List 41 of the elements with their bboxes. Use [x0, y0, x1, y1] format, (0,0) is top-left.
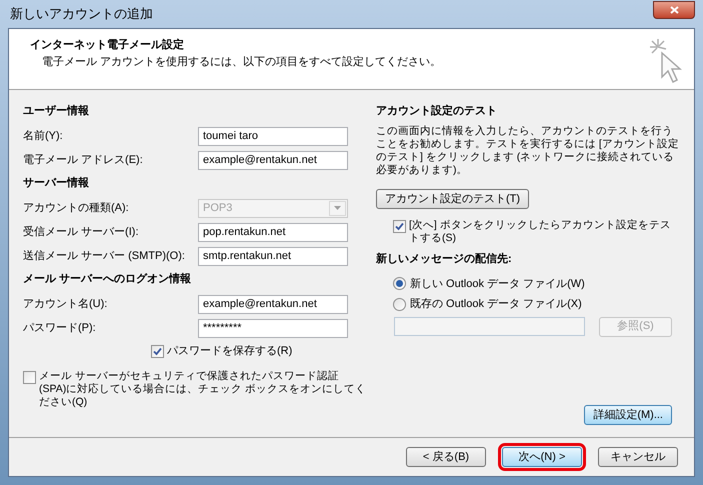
file-path-field[interactable] — [394, 317, 585, 336]
footer-button[interactable]: < 戻る(B) — [406, 447, 486, 467]
header-subtitle: 電子メール アカウントを使用するには、以下の項目をすべて設定してください。 — [41, 54, 442, 70]
close-icon — [670, 6, 678, 14]
window-title: 新しいアカウントの追加 — [9, 5, 153, 24]
field-label: 名前(Y): — [23, 128, 64, 144]
section-heading: ユーザー情報 — [23, 104, 90, 119]
radio-label[interactable]: 既存の Outlook データ ファイル(X) — [410, 296, 582, 312]
field-label: アカウントの種類(A): — [23, 200, 130, 216]
dropdown-value: POP3 — [203, 200, 232, 216]
input-field[interactable]: ********* — [198, 318, 348, 338]
radio-button[interactable] — [393, 277, 406, 290]
checkbox[interactable] — [393, 220, 406, 233]
checkbox[interactable] — [23, 370, 36, 384]
input-field[interactable]: example@rentakun.net — [198, 294, 348, 314]
radio-button[interactable] — [393, 298, 406, 311]
field-label: 送信メール サーバー (SMTP)(O): — [23, 248, 186, 264]
field-label: アカウント名(U): — [23, 296, 108, 312]
close-button[interactable] — [653, 1, 695, 19]
field-label: 受信メール サーバー(I): — [23, 224, 140, 240]
input-field[interactable]: smtp.rentakun.net — [198, 246, 348, 266]
section-heading: 新しいメッセージの配信先: — [376, 252, 513, 267]
checkbox[interactable] — [151, 345, 164, 358]
checkbox-label[interactable]: パスワードを保存する(R) — [167, 343, 292, 360]
radio-label[interactable]: 新しい Outlook データ ファイル(W) — [410, 276, 585, 292]
advanced-settings-button[interactable]: 詳細設定(M)... — [584, 405, 672, 425]
section-heading: サーバー情報 — [23, 176, 90, 191]
section-heading: メール サーバーへのログオン情報 — [23, 272, 192, 287]
input-field[interactable]: pop.rentakun.net — [198, 222, 348, 242]
header-title: インターネット電子メール設定 — [30, 38, 185, 53]
input-field[interactable]: toumei taro — [198, 126, 348, 146]
footer-button[interactable]: キャンセル — [598, 447, 678, 467]
checkbox-label[interactable]: メール サーバーがセキュリティで保護されたパスワード認証 (SPA)に対応している場合には、チェック ボックスをオンにしてください(Q) — [39, 370, 368, 408]
field-label: 電子メール アドレス(E): — [23, 152, 144, 168]
section-heading: アカウント設定のテスト — [376, 104, 498, 119]
description-text: この画面内に情報を入力したら、アカウントのテストを行うことをお勧めします。テストを実行するには [アカウント設定のテスト] をクリックします (ネットワークに接続されている必要があります)。 — [376, 125, 680, 177]
checkbox-label[interactable]: [次へ] ボタンをクリックしたらアカウント設定をテストする(S) — [409, 219, 680, 245]
cursor-sparkle-icon — [648, 37, 684, 85]
field-label: パスワード(P): — [23, 320, 97, 336]
input-field[interactable]: example@rentakun.net — [198, 150, 348, 170]
test-account-button[interactable]: アカウント設定のテスト(T) — [376, 189, 530, 209]
